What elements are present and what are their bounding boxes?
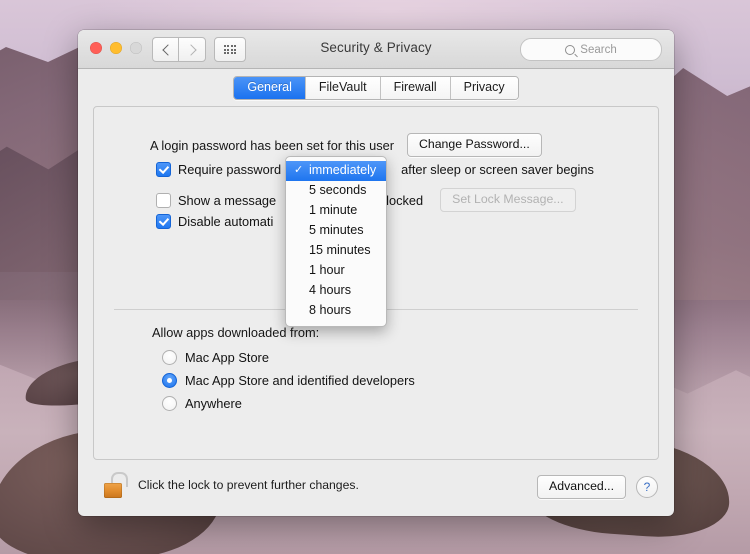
tab-group: General FileVault Firewall Privacy (233, 76, 519, 100)
disable-automatic-login-label: Disable automati (178, 214, 274, 229)
padlock-body (104, 483, 122, 498)
menu-item-immediately[interactable]: ✓ immediately (286, 161, 386, 181)
lock-hint-label: Click the lock to prevent further change… (138, 478, 359, 492)
menu-item-4-hours[interactable]: 4 hours (286, 281, 386, 301)
lock-row: Click the lock to prevent further change… (104, 472, 359, 498)
radio-mac-app-store-label: Mac App Store (185, 350, 269, 365)
tab-filevault[interactable]: FileVault (305, 77, 381, 99)
login-password-row: A login password has been set for this u… (150, 133, 542, 157)
security-privacy-window: Security & Privacy Search General FileVa… (78, 30, 674, 516)
footer-buttons: Advanced... ? (537, 475, 658, 499)
require-password-label: Require password (178, 162, 282, 177)
radio-identified-developers[interactable] (162, 373, 177, 388)
radio-mac-app-store-row[interactable]: Mac App Store (162, 350, 269, 365)
search-input[interactable]: Search (520, 38, 662, 61)
radio-mac-app-store[interactable] (162, 350, 177, 365)
radio-identified-developers-row[interactable]: Mac App Store and identified developers (162, 373, 415, 388)
menu-item-4-hours-label: 4 hours (309, 283, 352, 297)
unlocked-padlock-icon[interactable] (104, 472, 128, 498)
search-icon (565, 44, 576, 55)
radio-anywhere-label: Anywhere (185, 396, 242, 411)
change-password-button[interactable]: Change Password... (407, 133, 542, 157)
require-password-suffix-label: after sleep or screen saver begins (401, 162, 594, 177)
checkmark-icon: ✓ (294, 164, 304, 176)
tab-bar: General FileVault Firewall Privacy (78, 69, 674, 107)
menu-item-8-hours-label: 8 hours (309, 303, 352, 317)
show-message-checkbox[interactable] (156, 192, 171, 208)
allow-apps-label: Allow apps downloaded from: (152, 325, 320, 340)
menu-item-15-minutes[interactable]: 15 minutes (286, 241, 386, 261)
tab-privacy[interactable]: Privacy (450, 77, 518, 99)
require-password-delay-menu[interactable]: ✓ immediately 5 seconds 1 minute 5 minut… (285, 156, 387, 327)
window-titlebar: Security & Privacy Search (78, 30, 674, 69)
help-button[interactable]: ? (636, 476, 658, 498)
disable-automatic-login-row: Disable automati (156, 214, 273, 229)
menu-item-immediately-label: immediately (309, 163, 377, 177)
set-lock-message-button: Set Lock Message... (440, 188, 576, 212)
radio-anywhere-row[interactable]: Anywhere (162, 396, 242, 411)
menu-item-5-minutes[interactable]: 5 minutes (286, 221, 386, 241)
menu-item-5-seconds-label: 5 seconds (309, 183, 367, 197)
require-password-checkbox[interactable] (156, 162, 171, 177)
menu-item-1-hour[interactable]: 1 hour (286, 261, 386, 281)
advanced-button[interactable]: Advanced... (537, 475, 626, 499)
menu-item-1-minute-label: 1 minute (309, 203, 358, 217)
disable-automatic-login-checkbox[interactable] (156, 214, 171, 229)
search-placeholder: Search (580, 43, 617, 56)
tab-firewall[interactable]: Firewall (380, 77, 451, 99)
menu-item-5-seconds[interactable]: 5 seconds (286, 181, 386, 201)
show-message-label: Show a message (178, 192, 277, 208)
menu-item-5-minutes-label: 5 minutes (309, 223, 364, 237)
tab-general[interactable]: General (234, 77, 306, 99)
radio-anywhere[interactable] (162, 396, 177, 411)
menu-item-8-hours[interactable]: 8 hours (286, 301, 386, 321)
menu-item-1-minute[interactable]: 1 minute (286, 201, 386, 221)
radio-identified-developers-label: Mac App Store and identified developers (185, 373, 415, 388)
menu-item-1-hour-label: 1 hour (309, 263, 345, 277)
menu-item-15-minutes-label: 15 minutes (309, 243, 371, 257)
login-status-label: A login password has been set for this u… (150, 137, 394, 153)
